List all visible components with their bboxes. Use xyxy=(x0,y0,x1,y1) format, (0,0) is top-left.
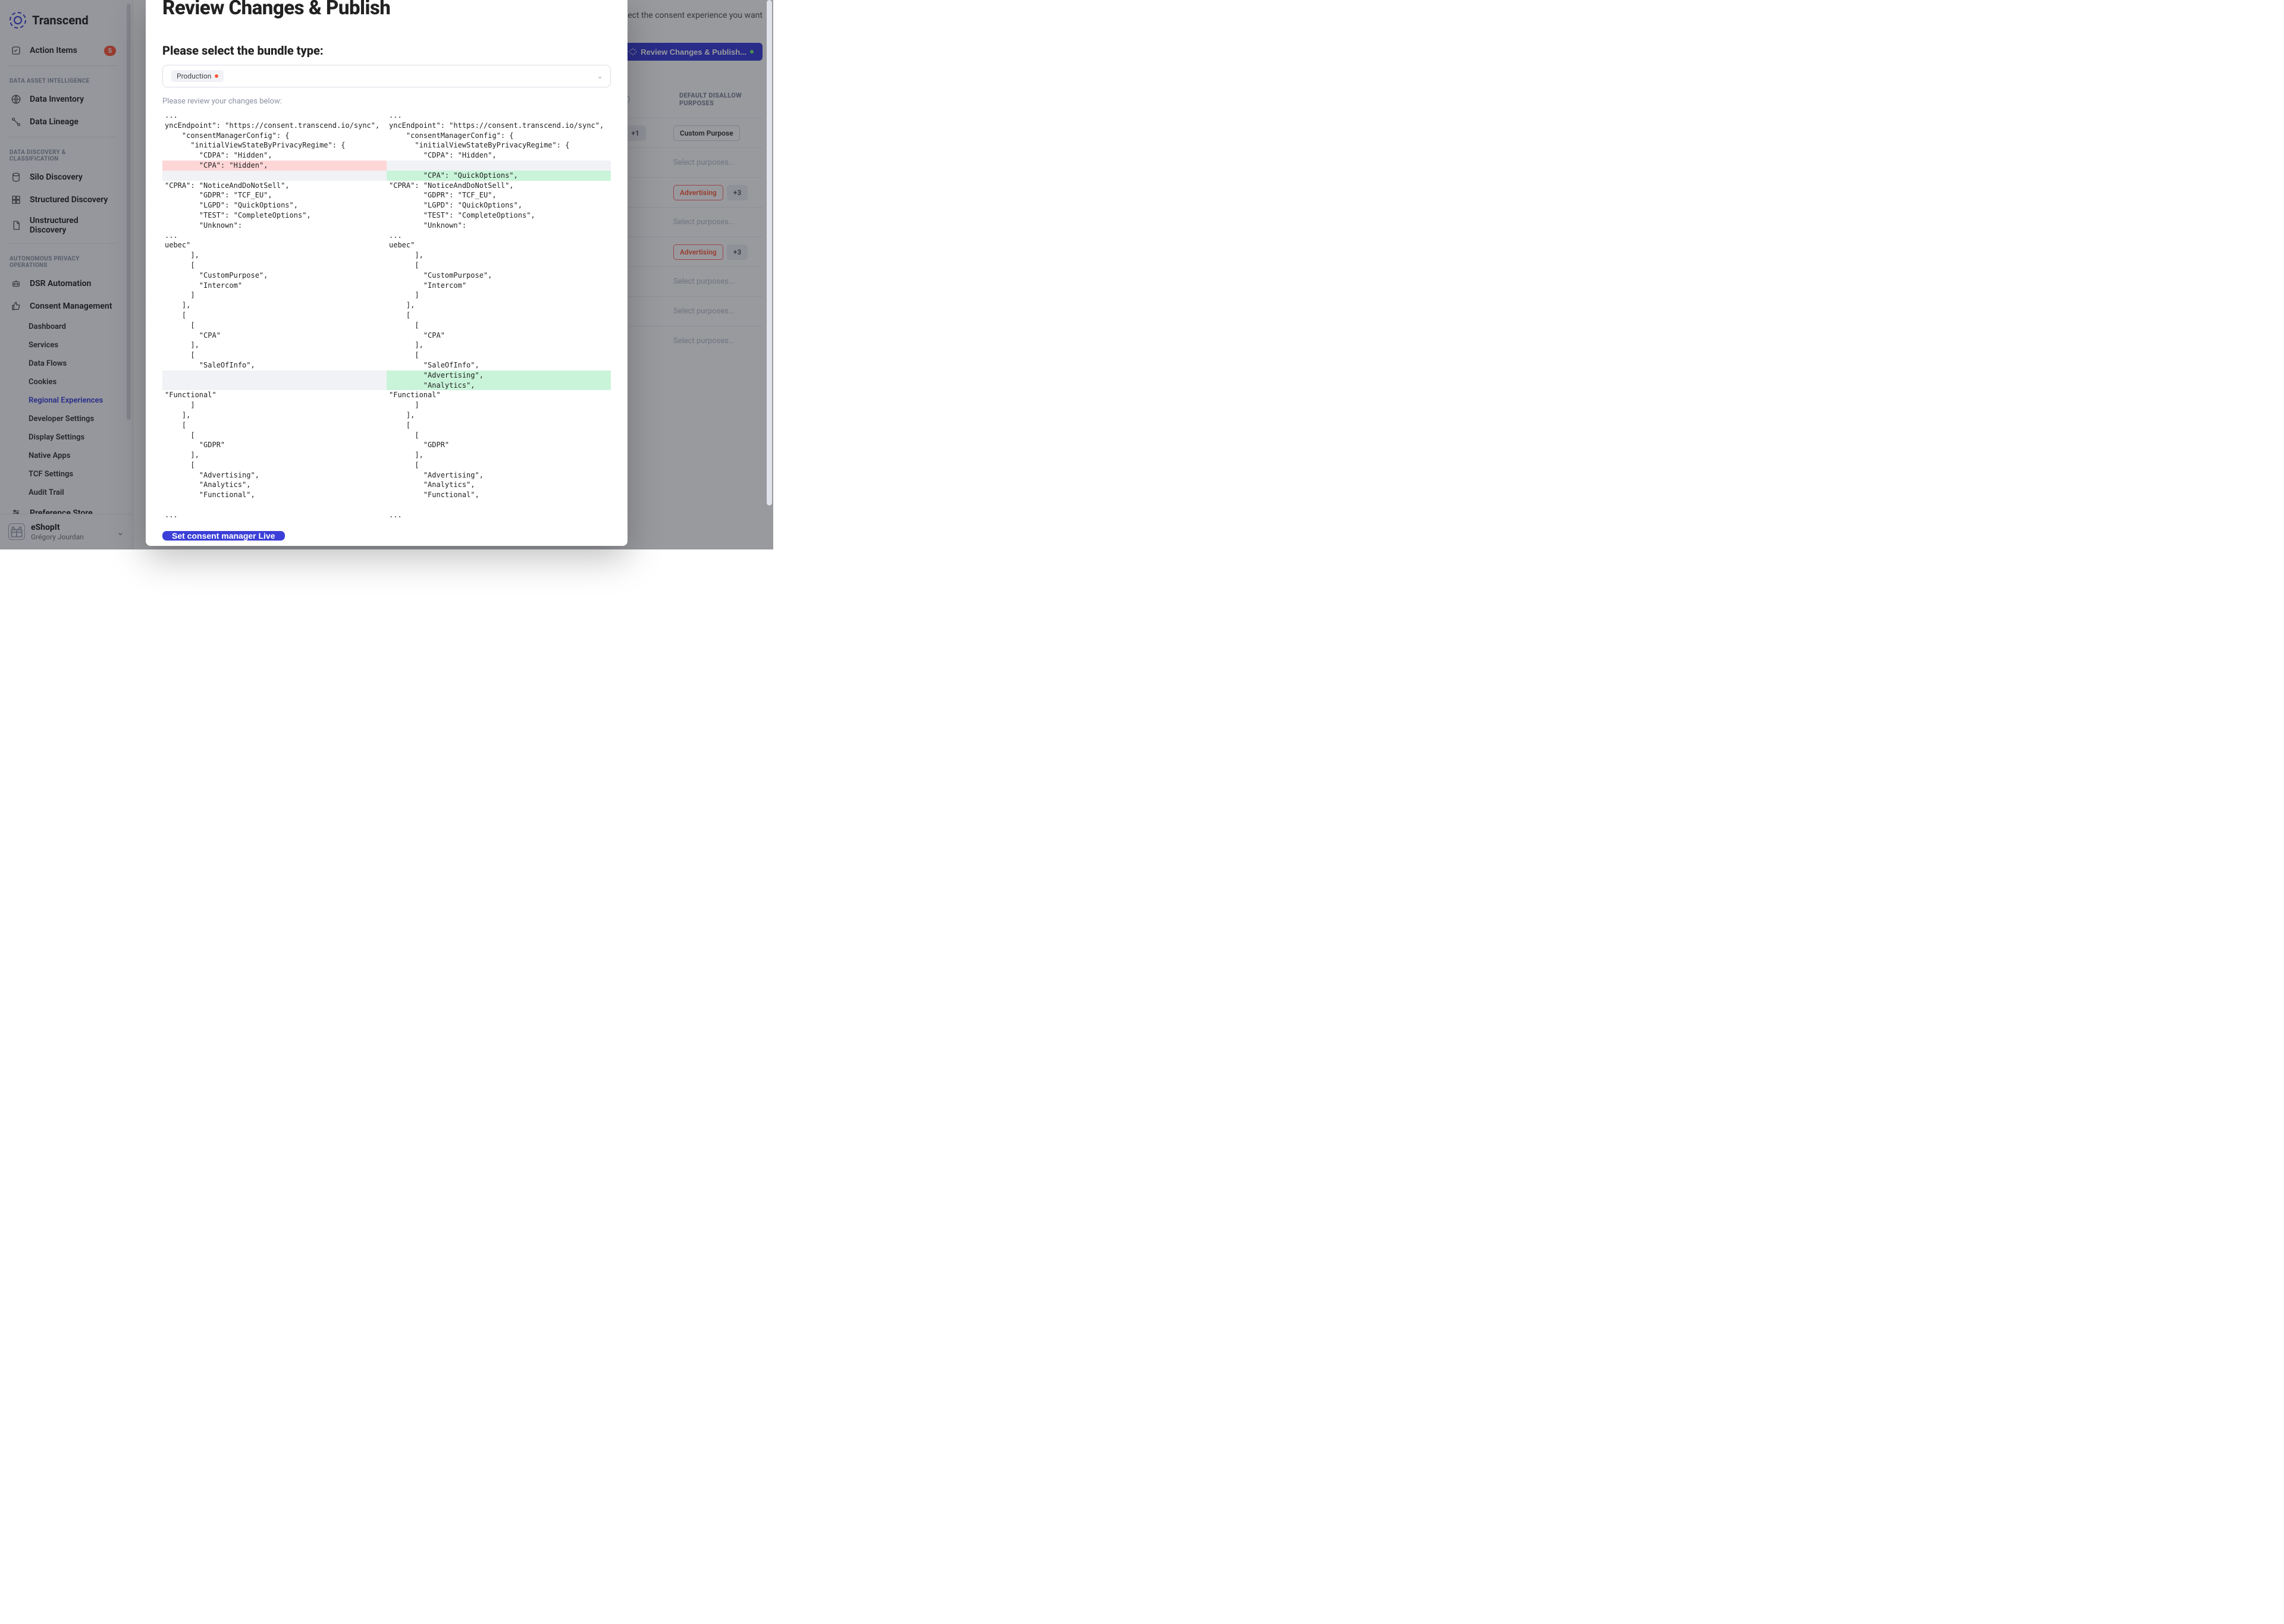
diff-line: ] xyxy=(162,400,387,410)
diff-line: ], xyxy=(162,300,387,310)
diff-line: "CDPA": "Hidden", xyxy=(162,150,387,161)
diff-line: ... xyxy=(387,510,611,520)
diff-line: "GDPR" xyxy=(387,440,611,450)
selected-env-pill: Production xyxy=(171,70,224,82)
diff-line: ... xyxy=(387,111,611,121)
diff-line: "Unknown": xyxy=(387,221,611,231)
diff-line: [ xyxy=(387,420,611,431)
diff-line: "CPA" xyxy=(162,331,387,341)
diff-line: "TEST": "CompleteOptions", xyxy=(387,211,611,221)
diff-line: "TEST": "CompleteOptions", xyxy=(162,211,387,221)
diff-line: yncEndpoint": "https://consent.transcend… xyxy=(162,121,387,131)
diff-line: "Analytics", xyxy=(162,480,387,490)
diff-line: "CustomPurpose", xyxy=(387,271,611,281)
diff-line: ... xyxy=(162,510,387,520)
diff-line: "SaleOfInfo", xyxy=(162,360,387,370)
diff-line: [ xyxy=(387,310,611,321)
diff-line: ], xyxy=(387,450,611,460)
diff-line xyxy=(162,171,387,181)
diff-line: uebec" xyxy=(387,240,611,250)
diff-line: "Intercom" xyxy=(387,281,611,291)
diff-line: "GDPR" xyxy=(162,440,387,450)
diff-line: ... xyxy=(387,231,611,241)
diff-line: "initialViewStateByPrivacyRegime": { xyxy=(162,140,387,150)
diff-line: "CPA": "Hidden", xyxy=(162,161,387,171)
diff-line xyxy=(387,161,611,171)
diff-line: [ xyxy=(162,260,387,271)
diff-line: "Functional", xyxy=(162,490,387,500)
diff-line: ], xyxy=(387,300,611,310)
diff-line xyxy=(162,370,387,381)
diff-line: "consentManagerConfig": { xyxy=(387,131,611,141)
diff-line: "initialViewStateByPrivacyRegime": { xyxy=(387,140,611,150)
diff-line: "GDPR": "TCF_EU", xyxy=(387,190,611,200)
diff-line: [ xyxy=(162,350,387,360)
diff-line xyxy=(162,500,387,510)
diff-line: ], xyxy=(162,250,387,260)
diff-line: [ xyxy=(162,321,387,331)
diff-line: [ xyxy=(387,321,611,331)
diff-left: ...yncEndpoint": "https://consent.transc… xyxy=(162,111,387,520)
diff-line: "Advertising", xyxy=(162,470,387,480)
diff-line: [ xyxy=(387,460,611,470)
diff-line: "Intercom" xyxy=(162,281,387,291)
diff-line: ], xyxy=(387,410,611,420)
diff-line: ], xyxy=(162,340,387,350)
diff-line: [ xyxy=(162,431,387,441)
diff-line: ] xyxy=(162,290,387,300)
diff-right: ...yncEndpoint": "https://consent.transc… xyxy=(387,111,611,520)
diff-line: "Advertising", xyxy=(387,370,611,381)
diff-line: "CPRA": "NoticeAndDoNotSell", xyxy=(162,181,387,191)
diff-line: "consentManagerConfig": { xyxy=(162,131,387,141)
diff-line xyxy=(387,500,611,510)
modal-overlay[interactable]: Review Changes & Publish Please select t… xyxy=(0,0,773,549)
diff-line: [ xyxy=(162,460,387,470)
diff-line: "CPA" xyxy=(387,331,611,341)
diff-line: [ xyxy=(387,260,611,271)
diff-line: "CPA": "QuickOptions", xyxy=(387,171,611,181)
chevron-down-icon: ⌄ xyxy=(597,72,603,81)
diff-line: ... xyxy=(162,231,387,241)
diff-line: "SaleOfInfo", xyxy=(387,360,611,370)
diff-line: ] xyxy=(387,400,611,410)
diff-line: ... xyxy=(162,111,387,121)
diff-line: ], xyxy=(387,250,611,260)
diff-line: "Functional" xyxy=(162,390,387,400)
diff-line: ], xyxy=(162,410,387,420)
diff-line xyxy=(162,381,387,391)
diff-line: "CDPA": "Hidden", xyxy=(387,150,611,161)
set-live-button[interactable]: Set consent manager Live xyxy=(162,531,285,541)
selected-env-label: Production xyxy=(177,72,211,80)
diff-line: ], xyxy=(387,340,611,350)
diff-line: [ xyxy=(387,350,611,360)
diff-line: ] xyxy=(387,290,611,300)
diff-line: "Functional" xyxy=(387,390,611,400)
diff-line: [ xyxy=(162,310,387,321)
diff-line: "Analytics", xyxy=(387,381,611,391)
diff-line: "GDPR": "TCF_EU", xyxy=(162,190,387,200)
modal-title: Review Changes & Publish xyxy=(162,0,611,20)
diff-line: "Analytics", xyxy=(387,480,611,490)
page-scrollbar[interactable] xyxy=(767,0,772,549)
diff-line: uebec" xyxy=(162,240,387,250)
review-hint: Please review your changes below: xyxy=(162,97,611,106)
diff-line: [ xyxy=(387,431,611,441)
diff-line: "LGPD": "QuickOptions", xyxy=(387,200,611,211)
publish-modal: Review Changes & Publish Please select t… xyxy=(146,0,628,546)
bundle-type-label: Please select the bundle type: xyxy=(162,43,611,58)
diff-line: [ xyxy=(162,420,387,431)
diff-viewer: ...yncEndpoint": "https://consent.transc… xyxy=(146,111,628,520)
diff-line: "Advertising", xyxy=(387,470,611,480)
diff-line: "LGPD": "QuickOptions", xyxy=(162,200,387,211)
env-status-dot-icon xyxy=(215,74,218,78)
diff-line: "CustomPurpose", xyxy=(162,271,387,281)
diff-line: ], xyxy=(162,450,387,460)
diff-line: yncEndpoint": "https://consent.transcend… xyxy=(387,121,611,131)
diff-line: "Functional", xyxy=(387,490,611,500)
bundle-type-select[interactable]: Production ⌄ xyxy=(162,65,611,87)
diff-line: "Unknown": xyxy=(162,221,387,231)
diff-line: "CPRA": "NoticeAndDoNotSell", xyxy=(387,181,611,191)
